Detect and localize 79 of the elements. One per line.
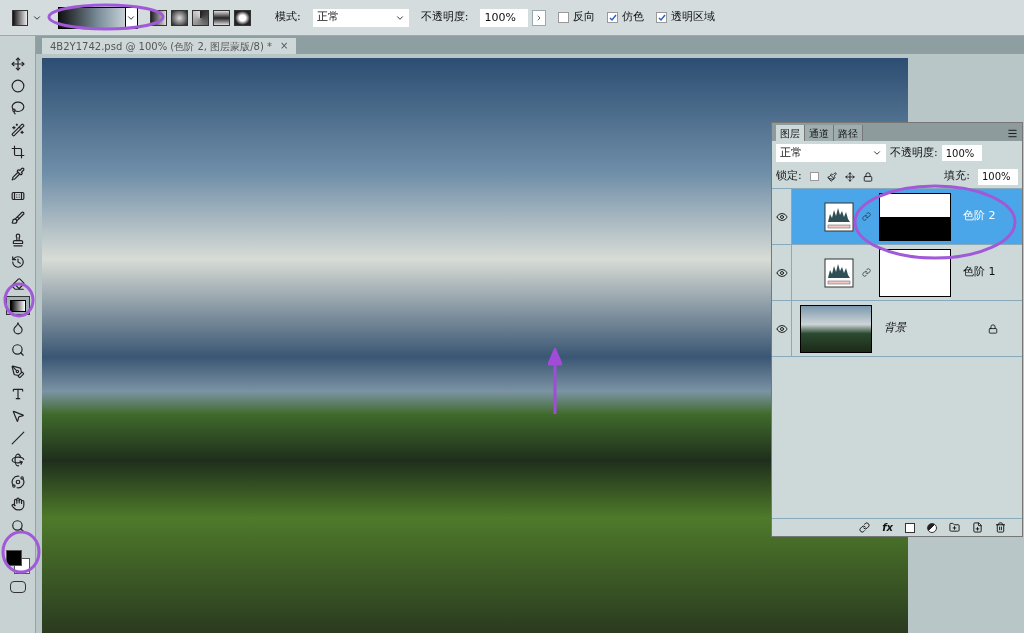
- close-button[interactable]: ×: [279, 41, 289, 51]
- checkbox[interactable]: [607, 12, 619, 23]
- wand-icon: [10, 122, 25, 137]
- adjustment-icon[interactable]: [927, 522, 937, 533]
- layer-name: 色阶 1: [963, 264, 996, 281]
- panel-tab[interactable]: 路径: [834, 125, 863, 141]
- checkbox-label: 仿色: [622, 9, 645, 26]
- levels-thumbnail-icon: [824, 201, 854, 232]
- line-icon: [10, 430, 25, 445]
- layer-row[interactable]: 色阶 1: [772, 245, 1022, 301]
- levels-thumbnail-icon: [824, 257, 854, 288]
- annotation-arrow: [548, 348, 562, 416]
- new-layer-icon[interactable]: [972, 522, 983, 533]
- layer-row[interactable]: 背景: [772, 301, 1022, 357]
- opacity-field[interactable]: 100%: [941, 145, 982, 161]
- mode-dropdown[interactable]: 正常: [312, 8, 409, 27]
- lock-icon[interactable]: [862, 171, 873, 182]
- gradient-type-button[interactable]: [213, 9, 230, 26]
- eye-icon[interactable]: [775, 210, 788, 223]
- opacity-field[interactable]: 100%: [480, 8, 529, 27]
- eraser-icon: [10, 276, 25, 291]
- chain-icon: [862, 268, 871, 277]
- panel-tab[interactable]: 通道: [805, 125, 834, 141]
- layer-name: 背景: [884, 320, 906, 337]
- mask-icon[interactable]: [905, 522, 915, 533]
- lasso-icon: [10, 100, 25, 115]
- link-icon[interactable]: [859, 522, 871, 533]
- highlight-ellipse: [1, 530, 41, 574]
- eye-icon[interactable]: [775, 266, 788, 279]
- fx-icon[interactable]: fx: [882, 520, 893, 535]
- pen-icon: [10, 364, 25, 379]
- blend-mode-dropdown[interactable]: 正常: [776, 144, 886, 162]
- lock-transparent-icon[interactable]: [809, 172, 819, 181]
- color-swatches[interactable]: [5, 550, 30, 574]
- mode-label: 模式:: [275, 9, 301, 26]
- pointer-icon: [10, 408, 25, 423]
- checkbox[interactable]: [558, 12, 570, 23]
- zoom-icon: [10, 518, 25, 533]
- move-icon: [10, 56, 25, 71]
- trash-icon[interactable]: [995, 522, 1006, 533]
- folder-icon[interactable]: [949, 522, 960, 533]
- gradient-type-button[interactable]: [234, 9, 251, 26]
- marquee-icon: [10, 78, 25, 93]
- droplet-icon: [10, 320, 25, 335]
- checkbox-label: 反向: [573, 9, 596, 26]
- stamp-icon: [10, 232, 25, 247]
- photo-placeholder: [800, 304, 872, 353]
- gradient-icon: [9, 299, 26, 312]
- orbit-icon: [10, 474, 25, 489]
- brush-icon: [10, 210, 25, 225]
- opacity-label: 不透明度:: [420, 9, 469, 26]
- fill-field[interactable]: 100%: [978, 168, 1018, 185]
- lock-label: 锁定:: [776, 168, 802, 185]
- fill-label: 填充:: [944, 168, 970, 185]
- panel-tab[interactable]: 图层: [776, 125, 805, 141]
- highlight-ellipse: [3, 282, 35, 318]
- gradient-type-button[interactable]: [171, 9, 188, 26]
- checkbox[interactable]: [656, 12, 668, 23]
- layer-name: 色阶 2: [963, 208, 996, 225]
- crop-icon: [10, 144, 25, 159]
- document-tab[interactable]: 4B2Y1742.psd @ 100% (色阶 2, 图层蒙版/8) * ×: [42, 38, 297, 54]
- type-icon: [10, 386, 25, 401]
- checkbox-label: 透明区域: [671, 9, 716, 26]
- opacity-label: 不透明度:: [890, 144, 938, 161]
- menu-icon[interactable]: [1007, 128, 1018, 139]
- gradient-type-button[interactable]: [192, 9, 209, 26]
- chain-icon: [862, 212, 871, 221]
- brush-icon[interactable]: [826, 171, 837, 182]
- quick-mask-icon[interactable]: [9, 581, 26, 593]
- eye-icon[interactable]: [775, 322, 788, 335]
- eyedropper-icon: [10, 166, 25, 181]
- rotate-icon: [10, 452, 25, 467]
- caret-icon: [872, 148, 882, 158]
- opacity-slider-button[interactable]: [532, 9, 547, 26]
- gradient-icon: [12, 9, 28, 26]
- history-brush-icon: [10, 254, 25, 269]
- document-title: 4B2Y1742.psd @ 100% (色阶 2, 图层蒙版/8) *: [50, 39, 272, 54]
- move-icon[interactable]: [844, 171, 855, 182]
- hand-icon: [10, 496, 25, 511]
